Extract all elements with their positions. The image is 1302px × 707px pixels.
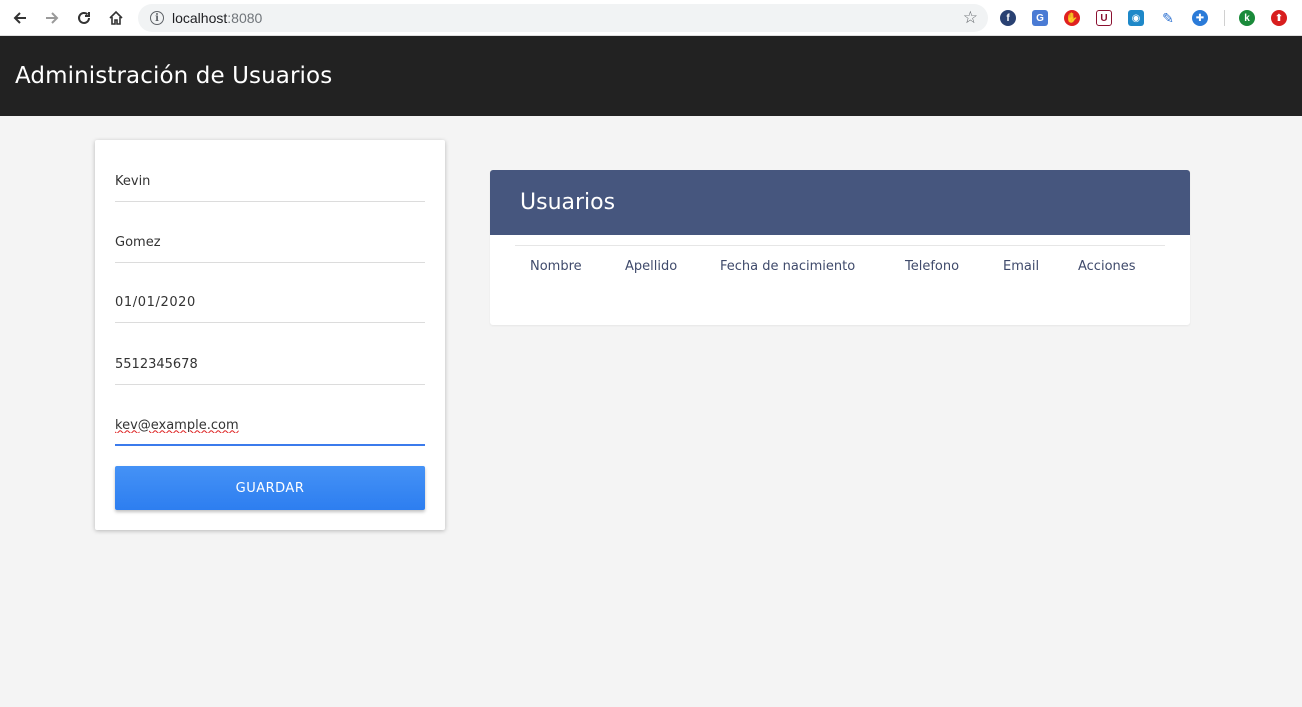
email-field[interactable] bbox=[115, 406, 425, 446]
save-button[interactable]: GUARDAR bbox=[115, 466, 425, 510]
site-info-icon[interactable]: i bbox=[150, 11, 164, 25]
table-header: Usuarios bbox=[490, 170, 1190, 235]
profile-avatar[interactable]: k bbox=[1239, 10, 1255, 26]
feather-icon[interactable]: ✎ bbox=[1160, 10, 1176, 26]
column-header-apellido: Apellido bbox=[625, 259, 678, 274]
table-title: Usuarios bbox=[520, 190, 616, 215]
column-header-nombre: Nombre bbox=[530, 259, 582, 274]
toolbar-separator bbox=[1224, 10, 1225, 26]
home-icon[interactable] bbox=[100, 0, 132, 36]
column-header-telefono: Telefono bbox=[905, 259, 960, 274]
column-header-fecha: Fecha de nacimiento bbox=[720, 259, 856, 274]
nombre-field[interactable] bbox=[115, 162, 425, 202]
extensions-area: f G ✋ U ◉ ✎ ✚ k ⬆ bbox=[1000, 8, 1302, 28]
column-header-email: Email bbox=[1003, 259, 1040, 274]
apellido-field[interactable] bbox=[115, 223, 425, 263]
table-divider bbox=[515, 245, 1165, 246]
app-header: Administración de Usuarios bbox=[0, 36, 1302, 116]
update-icon[interactable]: ⬆ bbox=[1271, 10, 1287, 26]
url-port: :8080 bbox=[227, 10, 263, 26]
bookmark-star-icon[interactable]: ☆ bbox=[963, 8, 978, 28]
telefono-field[interactable] bbox=[115, 345, 425, 385]
page-title: Administración de Usuarios bbox=[15, 63, 333, 89]
adblock-icon[interactable]: ✋ bbox=[1064, 10, 1080, 26]
screenshot-icon[interactable]: ◉ bbox=[1128, 10, 1144, 26]
fecha-nacimiento-field[interactable] bbox=[115, 283, 425, 323]
fedora-icon[interactable]: f bbox=[1000, 10, 1016, 26]
privacy-icon[interactable]: U bbox=[1096, 10, 1112, 26]
users-table-card: Usuarios Nombre Apellido Fecha de nacimi… bbox=[490, 170, 1190, 325]
column-header-acciones: Acciones bbox=[1078, 259, 1136, 274]
back-icon[interactable] bbox=[4, 0, 36, 36]
translate-icon[interactable]: G bbox=[1032, 10, 1048, 26]
forward-icon[interactable] bbox=[36, 0, 68, 36]
address-bar[interactable]: i localhost:8080 ☆ bbox=[138, 4, 988, 32]
reload-icon[interactable] bbox=[68, 0, 100, 36]
vpn-icon[interactable]: ✚ bbox=[1192, 10, 1208, 26]
user-form: GUARDAR bbox=[95, 140, 445, 530]
browser-toolbar: i localhost:8080 ☆ f G ✋ U ◉ ✎ ✚ k ⬆ bbox=[0, 0, 1302, 36]
url-host: localhost bbox=[172, 10, 228, 26]
